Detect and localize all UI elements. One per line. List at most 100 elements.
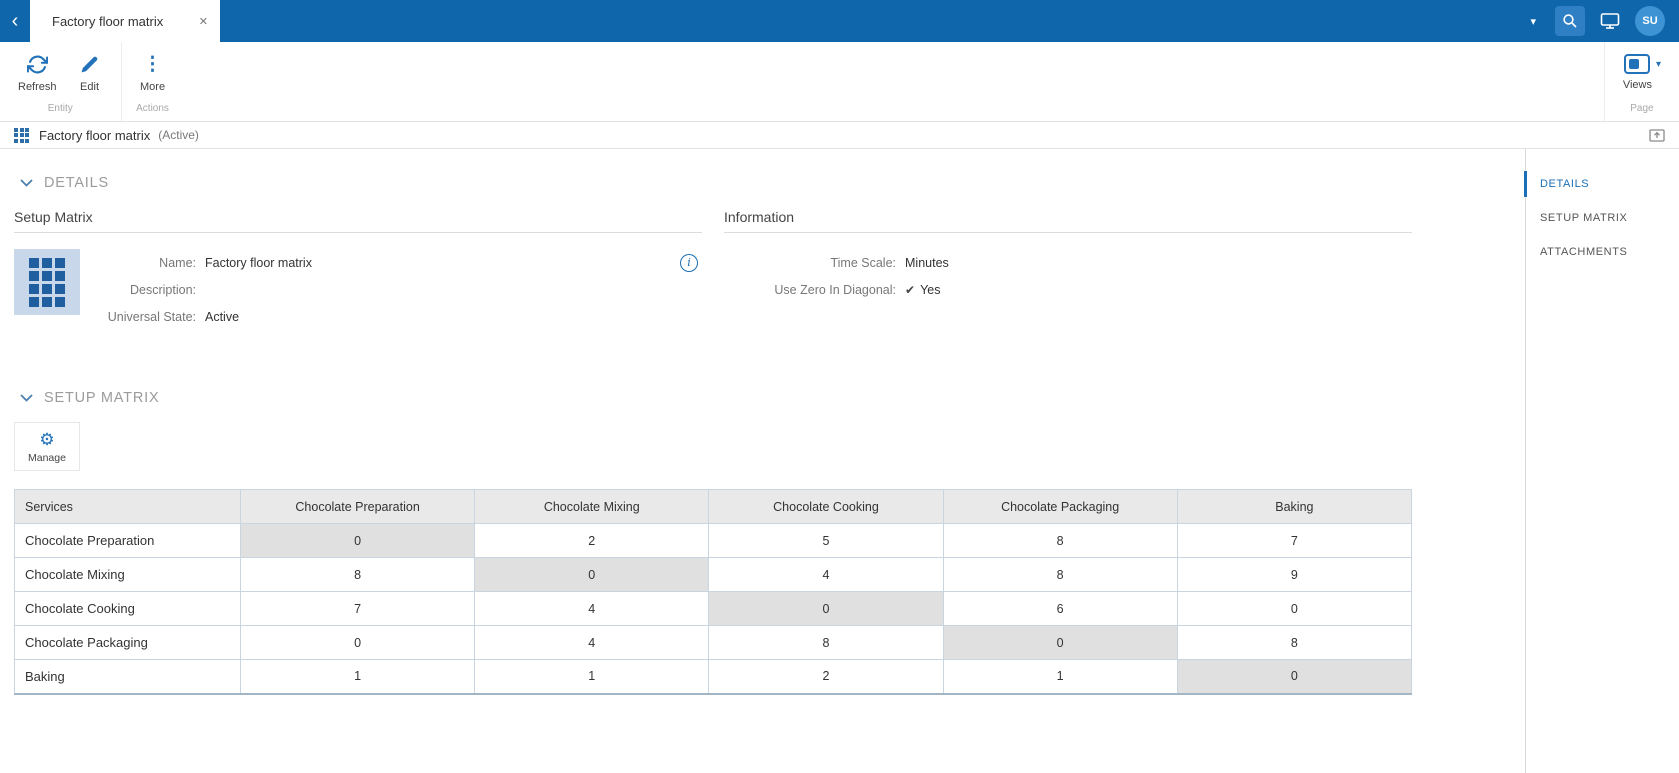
field-description: Description: [96, 276, 702, 303]
tab-title: Factory floor matrix [52, 14, 163, 29]
entity-group-caption: Entity [8, 100, 113, 119]
matrix-value-cell: 0 [241, 626, 475, 660]
matrix-value-cell: 0 [1177, 592, 1411, 626]
matrix-value-cell: 8 [943, 558, 1177, 592]
manage-label: Manage [28, 452, 66, 464]
matrix-value-cell: 6 [943, 592, 1177, 626]
field-use-zero-in-diagonal: Use Zero In Diagonal: ✔ Yes [724, 276, 1412, 303]
matrix-value-cell: 1 [475, 660, 709, 694]
matrix-column-header: Chocolate Packaging [943, 490, 1177, 524]
matrix-value-cell: 2 [709, 660, 943, 694]
open-window-icon[interactable] [1649, 128, 1665, 142]
matrix-value-cell: 9 [1177, 558, 1411, 592]
page-group-caption: Page [1613, 100, 1671, 119]
avatar[interactable]: SU [1635, 6, 1665, 36]
matrix-row: Chocolate Cooking74060 [15, 592, 1412, 626]
views-icon [1624, 54, 1650, 74]
record-title: Factory floor matrix [39, 128, 150, 143]
matrix-column-header: Chocolate Preparation [241, 490, 475, 524]
matrix-row: Chocolate Mixing80489 [15, 558, 1412, 592]
setup-matrix-section-heading: SETUP MATRIX [20, 390, 1412, 406]
details-section-heading: DETAILS [20, 175, 1412, 191]
check-icon: ✔ [905, 283, 915, 297]
matrix-row: Baking11210 [15, 660, 1412, 694]
matrix-service-cell: Chocolate Preparation [15, 524, 241, 558]
monitor-icon[interactable] [1600, 12, 1620, 30]
toolbar: Refresh Edit Entity ⋮ More Actions [0, 42, 1679, 122]
refresh-button[interactable]: Refresh [8, 48, 67, 100]
field-name: Name: Factory floor matrix i [96, 249, 702, 276]
manage-button[interactable]: ⚙ Manage [15, 423, 79, 470]
matrix-value-cell: 0 [1177, 660, 1411, 694]
tab-factory-floor-matrix[interactable]: Factory floor matrix ✕ [30, 0, 220, 42]
chevron-down-icon[interactable] [20, 394, 33, 402]
matrix-value-cell: 8 [1177, 626, 1411, 660]
info-icon[interactable]: i [680, 254, 698, 272]
content: DETAILS Setup Matrix Name: Factory floor… [0, 149, 1525, 773]
toolbar-group-entity: Refresh Edit Entity [0, 42, 121, 121]
matrix-grid-icon [14, 128, 29, 143]
setup-matrix-tile-icon [14, 249, 80, 315]
edit-label: Edit [80, 81, 99, 93]
sidenav-item-attachments[interactable]: ATTACHMENTS [1526, 235, 1679, 269]
matrix-header-row: ServicesChocolate PreparationChocolate M… [15, 490, 1412, 524]
field-name-value: Factory floor matrix [205, 256, 312, 270]
matrix-value-cell: 1 [943, 660, 1177, 694]
refresh-icon [27, 52, 48, 76]
matrix-value-cell: 5 [709, 524, 943, 558]
matrix-value-cell: 4 [475, 626, 709, 660]
matrix-value-cell: 4 [475, 592, 709, 626]
views-button[interactable]: Views ▾ [1613, 48, 1671, 100]
search-icon[interactable] [1555, 6, 1585, 36]
toolbar-spacer [184, 42, 1604, 121]
setup-matrix-table: ServicesChocolate PreparationChocolate M… [14, 489, 1412, 695]
gear-icon: ⚙ [39, 431, 54, 448]
field-time-scale-label: Time Scale: [724, 256, 896, 270]
matrix-value-cell: 2 [475, 524, 709, 558]
matrix-row: Chocolate Packaging04808 [15, 626, 1412, 660]
views-label: Views [1623, 79, 1652, 91]
details-heading-label: DETAILS [44, 175, 109, 191]
sidenav-item-setup-matrix[interactable]: SETUP MATRIX [1526, 201, 1679, 235]
matrix-service-cell: Chocolate Cooking [15, 592, 241, 626]
field-description-label: Description: [96, 283, 196, 297]
more-label: More [140, 81, 165, 93]
views-caret-icon: ▾ [1656, 59, 1661, 70]
field-universal-state-value: Active [205, 310, 239, 324]
toolbar-group-page: Views ▾ Page [1604, 42, 1679, 121]
setup-matrix-card: Setup Matrix Name: Factory floor matrix … [14, 209, 702, 330]
matrix-value-cell: 0 [241, 524, 475, 558]
manage-group: ⚙ Manage [14, 422, 80, 471]
matrix-value-cell: 7 [1177, 524, 1411, 558]
sidenav-item-details[interactable]: DETAILS [1526, 167, 1679, 201]
field-universal-state: Universal State: Active [96, 303, 702, 330]
setup-matrix-card-title: Setup Matrix [14, 209, 702, 233]
field-use-zero-value: Yes [920, 283, 940, 297]
field-name-label: Name: [96, 256, 196, 270]
matrix-service-cell: Baking [15, 660, 241, 694]
matrix-row: Chocolate Preparation02587 [15, 524, 1412, 558]
chevron-down-icon[interactable]: ▾ [1526, 11, 1540, 32]
pencil-icon [80, 52, 99, 76]
actions-group-caption: Actions [130, 100, 176, 119]
close-icon[interactable]: ✕ [199, 15, 208, 28]
record-header: Factory floor matrix (Active) [0, 122, 1679, 149]
matrix-column-header: Baking [1177, 490, 1411, 524]
matrix-value-cell: 0 [943, 626, 1177, 660]
matrix-value-cell: 8 [241, 558, 475, 592]
field-universal-state-label: Universal State: [96, 310, 196, 324]
matrix-value-cell: 0 [475, 558, 709, 592]
field-time-scale: Time Scale: Minutes [724, 249, 1412, 276]
side-nav: DETAILS SETUP MATRIX ATTACHMENTS [1525, 149, 1679, 773]
information-card: Information Time Scale: Minutes Use Zero… [724, 209, 1412, 330]
matrix-value-cell: 0 [709, 592, 943, 626]
matrix-value-cell: 8 [943, 524, 1177, 558]
matrix-service-cell: Chocolate Packaging [15, 626, 241, 660]
more-button[interactable]: ⋮ More [130, 48, 176, 100]
chevron-down-icon[interactable] [20, 179, 33, 187]
topbar: ‹ Factory floor matrix ✕ ▾ SU [0, 0, 1679, 42]
back-chevron-icon[interactable]: ‹ [0, 0, 30, 42]
main-area: DETAILS Setup Matrix Name: Factory floor… [0, 149, 1679, 773]
matrix-service-cell: Chocolate Mixing [15, 558, 241, 592]
edit-button[interactable]: Edit [67, 48, 113, 100]
